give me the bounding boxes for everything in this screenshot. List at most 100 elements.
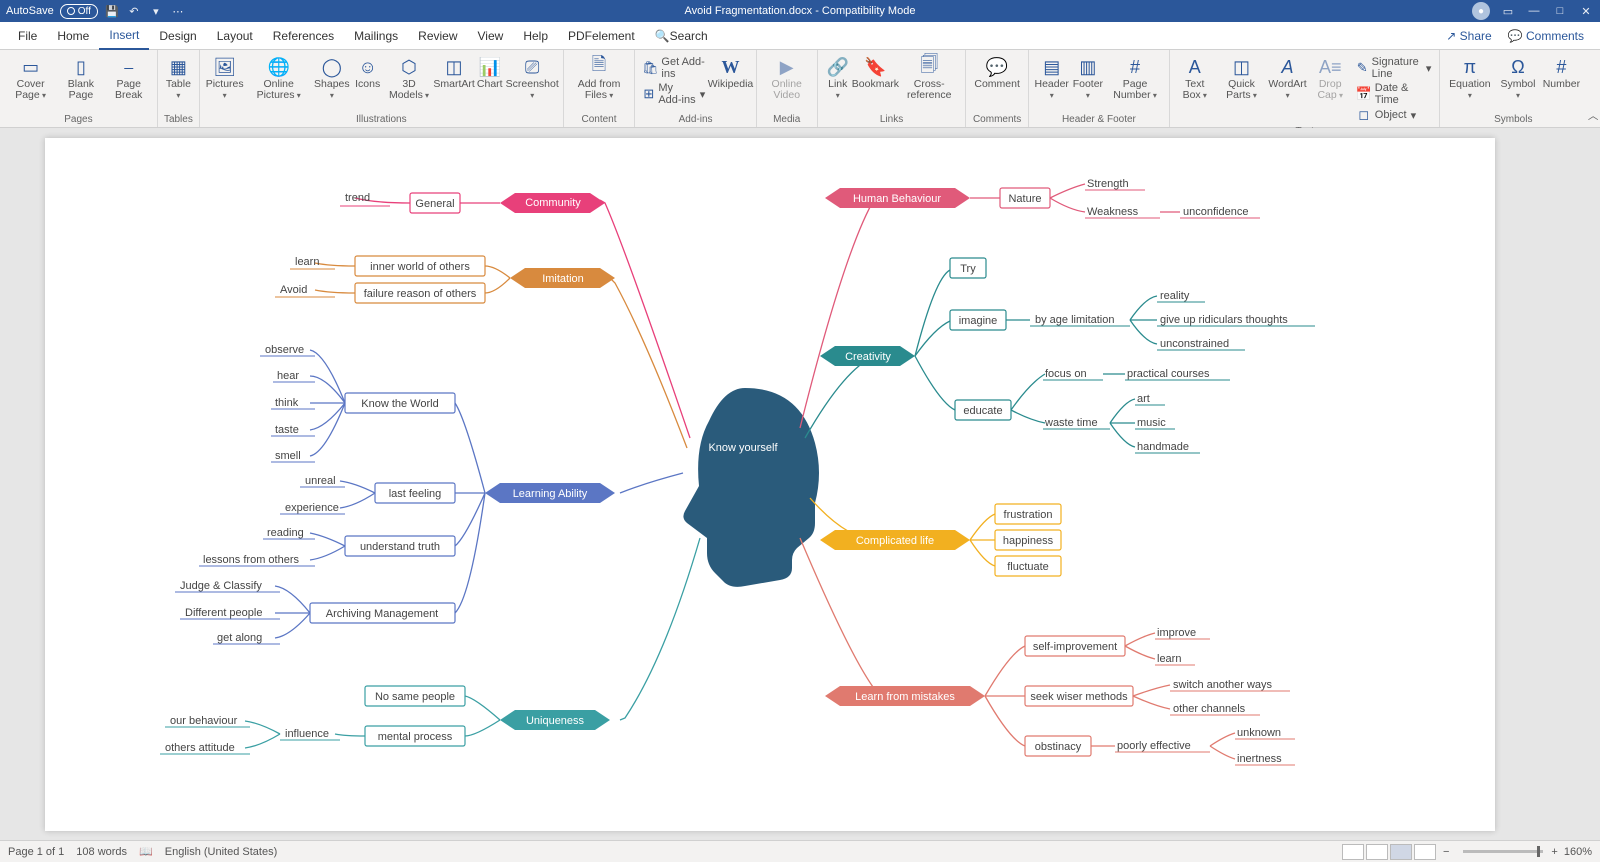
quick-parts-button[interactable]: ◫Quick Parts (1216, 54, 1268, 103)
link-button[interactable]: 🔗Link (822, 54, 854, 103)
dropcap-button[interactable]: A≡Drop Cap (1308, 54, 1353, 103)
tab-mailings[interactable]: Mailings (344, 22, 408, 50)
undo-icon[interactable]: ↶ (126, 3, 142, 19)
save-icon[interactable]: 💾 (104, 3, 120, 19)
equation-icon: π (1459, 56, 1481, 78)
svg-text:focus on: focus on (1045, 368, 1087, 380)
pictures-button[interactable]: 🖼Pictures (204, 54, 245, 103)
document-canvas[interactable]: Know yourself Community General trend Im… (0, 128, 1600, 840)
page-break-button[interactable]: ⎯Page Break (105, 54, 153, 103)
symbol-button[interactable]: ΩSymbol (1495, 54, 1540, 103)
tab-view[interactable]: View (468, 22, 514, 50)
footer-button[interactable]: ▥Footer (1071, 54, 1106, 103)
svg-text:Archiving Management: Archiving Management (326, 608, 439, 620)
svg-text:learn: learn (1157, 653, 1181, 665)
print-layout-button[interactable] (1390, 844, 1412, 860)
bookmark-button[interactable]: 🔖Bookmark (854, 54, 897, 92)
zoom-level[interactable]: 160% (1564, 846, 1592, 858)
object-icon: ◻ (1357, 108, 1371, 122)
header-button[interactable]: ▤Header (1033, 54, 1071, 103)
object-button[interactable]: ◻Object ▾ (1357, 108, 1432, 122)
collapse-ribbon-icon[interactable]: ︿ (1586, 50, 1600, 127)
spellcheck-icon[interactable]: 📖 (139, 845, 153, 858)
screenshot-button[interactable]: ⎚Screenshot (506, 54, 559, 103)
3d-models-button[interactable]: ⬡3D Models (384, 54, 435, 103)
status-page[interactable]: Page 1 of 1 (8, 846, 64, 858)
minimize-icon[interactable]: — (1526, 3, 1542, 19)
cross-reference-button[interactable]: 🗐Cross-reference (897, 54, 961, 103)
table-button[interactable]: ▦Table (162, 54, 195, 103)
icons-button[interactable]: ☺Icons (352, 54, 384, 92)
smartart-button[interactable]: ◫SmartArt (434, 54, 473, 92)
svg-text:experience: experience (285, 502, 339, 514)
zoom-out-button[interactable]: − (1443, 846, 1449, 858)
chart-button[interactable]: 📊Chart (474, 54, 506, 92)
online-pictures-button[interactable]: 🌐Online Pictures (245, 54, 312, 103)
date-time-button[interactable]: 📅Date & Time (1357, 82, 1432, 106)
svg-text:taste: taste (275, 424, 299, 436)
equation-button[interactable]: πEquation (1444, 54, 1495, 103)
wikipedia-button[interactable]: WWikipedia (709, 54, 751, 92)
svg-text:Avoid: Avoid (280, 284, 307, 296)
add-from-files-button[interactable]: 🗎Add from Files (568, 54, 631, 103)
window-title: Avoid Fragmentation.docx - Compatibility… (0, 5, 1600, 17)
maximize-icon[interactable]: □ (1552, 3, 1568, 19)
zoom-slider[interactable] (1463, 850, 1543, 853)
tab-review[interactable]: Review (408, 22, 467, 50)
comment-button[interactable]: 💬Comment (970, 54, 1024, 92)
tab-pdfelement[interactable]: PDFelement (558, 22, 645, 50)
ribbon-display-icon[interactable]: ▭ (1500, 3, 1516, 19)
zoom-in-button[interactable]: + (1551, 846, 1557, 858)
svg-text:poorly effective: poorly effective (1117, 740, 1191, 752)
redo-icon[interactable]: ▾ (148, 3, 164, 19)
number-icon: # (1550, 56, 1572, 78)
svg-text:improve: improve (1157, 627, 1196, 639)
shapes-button[interactable]: ◯Shapes (312, 54, 352, 103)
statusbar: Page 1 of 1 108 words 📖 English (United … (0, 840, 1600, 862)
head-silhouette (683, 388, 819, 587)
read-mode-button[interactable] (1366, 844, 1388, 860)
tab-file[interactable]: File (8, 22, 47, 50)
cover-page-button[interactable]: ▭Cover Page (4, 54, 57, 103)
customize-qat-icon[interactable]: ⋯ (170, 3, 186, 19)
status-language[interactable]: English (United States) (165, 846, 278, 858)
header-icon: ▤ (1041, 56, 1063, 78)
status-words[interactable]: 108 words (76, 846, 127, 858)
tab-design[interactable]: Design (149, 22, 206, 50)
web-layout-button[interactable] (1414, 844, 1436, 860)
close-icon[interactable]: ✕ (1578, 3, 1594, 19)
signature-icon: ✎ (1357, 61, 1368, 75)
files-icon: 🗎 (588, 56, 610, 78)
avatar[interactable]: ● (1472, 2, 1490, 20)
comments-button[interactable]: 💬 Comments (1500, 29, 1592, 43)
tab-references[interactable]: References (263, 22, 344, 50)
text-box-button[interactable]: AText Box (1174, 54, 1216, 103)
online-video-button[interactable]: ▶Online Video (761, 54, 813, 103)
signature-line-button[interactable]: ✎Signature Line ▾ (1357, 56, 1432, 80)
svg-text:fluctuate: fluctuate (1007, 561, 1049, 573)
mindmap: Know yourself Community General trend Im… (45, 138, 1495, 831)
svg-text:Uniqueness: Uniqueness (526, 715, 585, 727)
focus-mode-button[interactable] (1342, 844, 1364, 860)
footer-icon: ▥ (1077, 56, 1099, 78)
number-button[interactable]: #Number (1541, 54, 1583, 92)
blank-page-button[interactable]: ▯Blank Page (57, 54, 104, 103)
page-number-button[interactable]: #Page Number (1105, 54, 1165, 103)
autosave-toggle[interactable]: Off (60, 4, 98, 19)
tab-insert[interactable]: Insert (99, 22, 149, 50)
tab-layout[interactable]: Layout (207, 22, 263, 50)
get-addins-button[interactable]: 🛍Get Add-ins (643, 56, 705, 80)
svg-text:Different people: Different people (185, 607, 262, 619)
wordart-button[interactable]: AWordArt (1267, 54, 1307, 103)
share-button[interactable]: ↗ Share (1438, 29, 1499, 43)
svg-text:understand truth: understand truth (360, 541, 440, 553)
search-button[interactable]: 🔍 Search (645, 22, 718, 50)
tab-home[interactable]: Home (47, 22, 99, 50)
tab-help[interactable]: Help (513, 22, 558, 50)
svg-text:lessons from others: lessons from others (203, 554, 299, 566)
my-addins-button[interactable]: ⊞My Add-ins ▾ (643, 82, 705, 106)
svg-text:reality: reality (1160, 290, 1190, 302)
svg-text:Judge & Classify: Judge & Classify (180, 580, 262, 592)
center-label: Know yourself (708, 442, 778, 454)
svg-text:practical courses: practical courses (1127, 368, 1210, 380)
